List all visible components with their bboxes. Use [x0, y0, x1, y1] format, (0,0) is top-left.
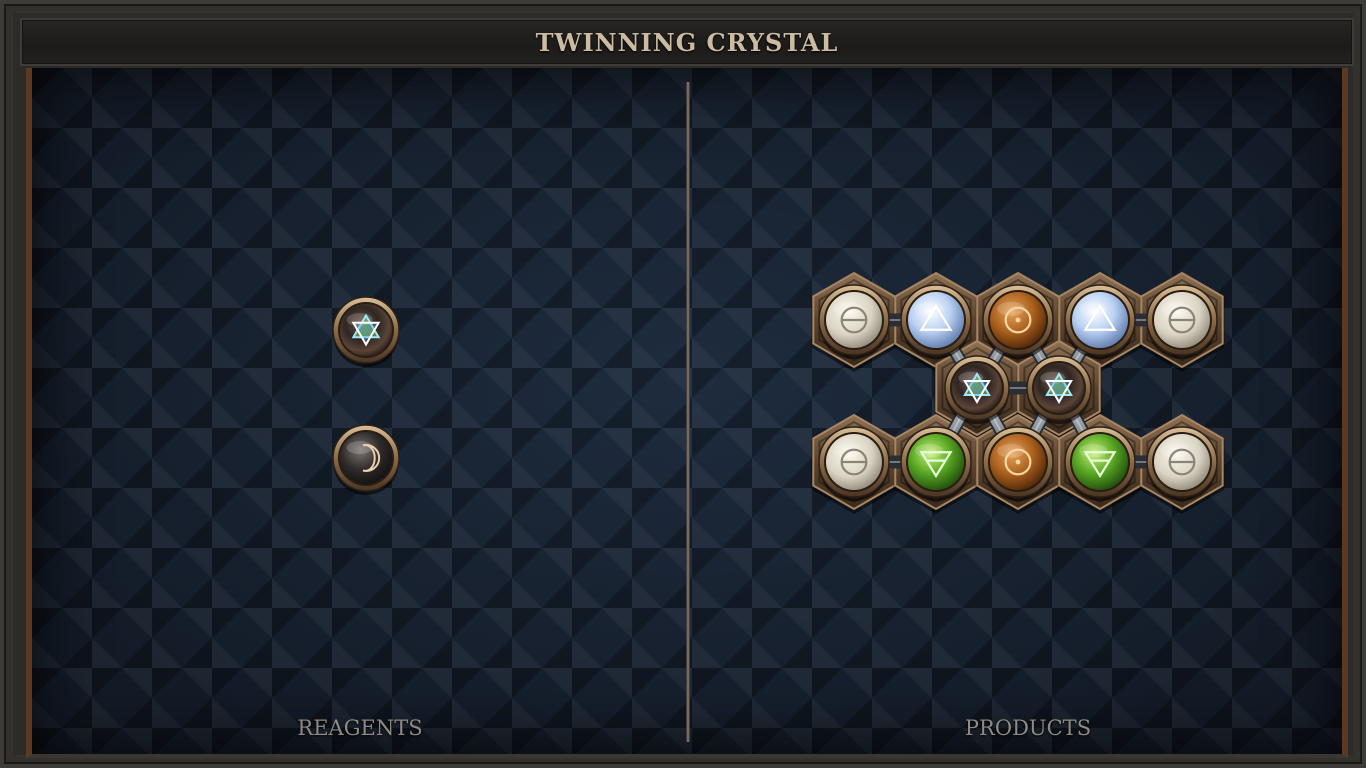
- product-atom-water: [900, 284, 972, 359]
- product-atom-salt: [818, 426, 890, 501]
- product-atom-earth: [900, 426, 972, 501]
- molecules-canvas: [332, 271, 1225, 514]
- product-atom-earth: [1064, 426, 1136, 501]
- page-title: TWINNING CRYSTAL: [535, 27, 839, 57]
- reagent-atom-quintessence: [332, 296, 400, 367]
- product-atom-fire: [982, 284, 1054, 359]
- products-label: PRODUCTS: [964, 716, 1092, 740]
- recipe-board: REAGENTS PRODUCTS: [26, 68, 1348, 758]
- product-atom-salt: [818, 284, 890, 359]
- product-atom-quintessence: [944, 355, 1010, 424]
- product-atom-water: [1064, 284, 1136, 359]
- product-atom-fire: [982, 426, 1054, 501]
- title-bar: TWINNING CRYSTAL: [20, 18, 1354, 66]
- product-atom-salt: [1146, 284, 1218, 359]
- product-atom-quintessence: [1026, 355, 1092, 424]
- reagents-label: REAGENTS: [297, 716, 423, 740]
- reagent-atom-mors: [332, 424, 400, 495]
- game-window-frame: TWINNING CRYSTAL REAGENTS PRODUCTS: [0, 0, 1366, 768]
- product-atom-salt: [1146, 426, 1218, 501]
